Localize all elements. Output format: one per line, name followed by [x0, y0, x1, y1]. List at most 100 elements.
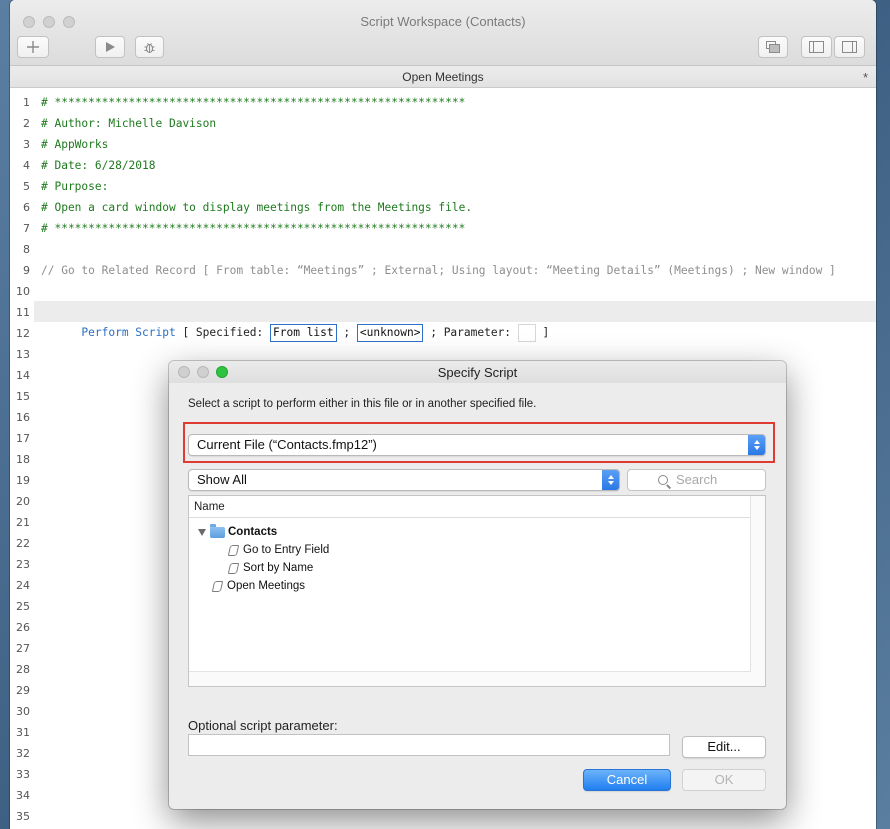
horizontal-scrollbar[interactable]	[189, 671, 751, 686]
code-line-1[interactable]: # **************************************…	[34, 92, 876, 113]
filter-popup[interactable]: Show All	[188, 469, 620, 491]
new-script-button[interactable]	[17, 36, 49, 58]
stack-windows-icon	[766, 41, 780, 53]
line-number: 17	[16, 432, 30, 445]
list-item-script[interactable]: Open Meetings	[212, 577, 305, 595]
cancel-button[interactable]: Cancel	[583, 769, 671, 791]
script-icon	[212, 580, 223, 592]
script-parameter-input[interactable]	[188, 734, 670, 756]
ok-button[interactable]: OK	[682, 769, 766, 791]
script-tab-label: Open Meetings	[402, 70, 484, 84]
line-number: 28	[16, 663, 30, 676]
play-icon	[106, 42, 115, 52]
left-sidebar-icon	[809, 41, 824, 53]
line-number: 12	[16, 327, 30, 340]
line-number: 31	[16, 726, 30, 739]
windows-button[interactable]	[758, 36, 788, 58]
script-tab[interactable]: Open Meetings *	[10, 66, 876, 88]
file-popup[interactable]: Current File (“Contacts.fmp12”)	[188, 434, 766, 456]
parameter-field-label: Optional script parameter:	[188, 718, 338, 733]
disclosure-triangle-icon[interactable]	[198, 528, 206, 536]
debug-script-button[interactable]	[135, 36, 164, 58]
code-line-9-disabled-step[interactable]: // Go to Related Record [ From table: “M…	[34, 260, 876, 281]
code-line-6[interactable]: # Open a card window to display meetings…	[34, 197, 876, 218]
line-number: 22	[16, 537, 30, 550]
line-number: 16	[16, 411, 30, 424]
edit-parameter-button[interactable]: Edit...	[682, 736, 766, 758]
vertical-scrollbar[interactable]	[750, 496, 765, 686]
script-icon	[228, 562, 239, 574]
code-line-2[interactable]: # Author: Michelle Davison	[34, 113, 876, 134]
plus-icon	[27, 41, 39, 53]
line-number: 7	[23, 222, 30, 235]
unsaved-indicator: *	[862, 70, 868, 85]
line-number: 20	[16, 495, 30, 508]
script-list[interactable]: Name Contacts Go to Entry Field Sort by …	[188, 495, 766, 687]
parameter-token[interactable]	[517, 324, 536, 342]
folder-label: Contacts	[228, 526, 278, 538]
code-line-7[interactable]: # **************************************…	[34, 218, 876, 239]
line-number: 14	[16, 369, 30, 382]
list-item-script[interactable]: Go to Entry Field	[228, 541, 329, 559]
script-step-name: Perform Script	[81, 326, 176, 339]
line-number: 9	[23, 264, 30, 277]
line-number: 30	[16, 705, 30, 718]
line-number: 32	[16, 747, 30, 760]
specify-script-dialog: Specify Script Select a script to perfor…	[169, 361, 786, 809]
run-script-button[interactable]	[95, 36, 125, 58]
line-number: 8	[23, 243, 30, 256]
line-number: 11	[16, 306, 30, 319]
line-number: 1	[23, 96, 30, 109]
filter-popup-value: Show All	[197, 472, 247, 487]
step-open-bracket: [ Specified:	[175, 326, 271, 339]
line-number: 29	[16, 684, 30, 697]
code-line-11-perform-script[interactable]: Perform Script [ Specified: From list ; …	[34, 301, 876, 342]
dialog-title: Specify Script	[437, 365, 518, 380]
folder-icon	[210, 523, 225, 538]
script-name-token[interactable]: <unknown>	[356, 324, 424, 342]
step-close-bracket: ]	[535, 326, 550, 339]
toggle-right-pane-button[interactable]	[834, 36, 865, 58]
updown-chevron-icon	[602, 470, 619, 490]
script-label: Sort by Name	[243, 562, 314, 574]
line-number: 35	[16, 810, 30, 823]
code-line-4[interactable]: # Date: 6/28/2018	[34, 155, 876, 176]
line-number: 24	[16, 579, 30, 592]
code-line-5[interactable]: # Purpose:	[34, 176, 876, 197]
line-number: 15	[16, 390, 30, 403]
list-item-script[interactable]: Sort by Name	[228, 559, 313, 577]
search-placeholder: Search	[676, 472, 718, 487]
search-input[interactable]: Search	[627, 469, 766, 491]
line-number: 3	[23, 138, 30, 151]
line-number: 2	[23, 117, 30, 130]
code-line-3[interactable]: # AppWorks	[34, 134, 876, 155]
toggle-left-pane-button[interactable]	[801, 36, 832, 58]
window-title: Script Workspace (Contacts)	[360, 14, 526, 29]
right-sidebar-icon	[842, 41, 857, 53]
line-number-gutter: 1 2 3 4 5 6 7 8 9 10 11 12 13 14 15 16 17 18 19 20 21 22 23 24 2…	[10, 89, 34, 829]
line-number: 10	[16, 285, 30, 298]
line-number: 4	[23, 159, 30, 172]
script-icon	[228, 544, 239, 556]
search-icon	[658, 475, 668, 485]
updown-chevron-icon	[748, 435, 765, 455]
file-popup-value: Current File (“Contacts.fmp12”)	[197, 437, 377, 452]
line-number: 21	[16, 516, 30, 529]
line-number: 34	[16, 789, 30, 802]
name-column-label: Name	[194, 501, 225, 513]
line-number: 25	[16, 600, 30, 613]
dialog-description: Select a script to perform either in thi…	[188, 398, 537, 410]
line-number: 27	[16, 642, 30, 655]
line-number: 5	[23, 180, 30, 193]
list-column-header[interactable]: Name	[189, 496, 751, 518]
parameter-label: ; Parameter:	[423, 326, 518, 339]
dialog-title-bar: Specify Script	[169, 361, 786, 383]
line-number: 13	[16, 348, 30, 361]
list-item-folder[interactable]: Contacts	[198, 523, 277, 541]
script-label: Open Meetings	[227, 580, 305, 592]
line-number: 6	[23, 201, 30, 214]
script-label: Go to Entry Field	[243, 544, 330, 556]
specified-option-token[interactable]: From list	[270, 324, 337, 342]
line-number: 33	[16, 768, 30, 781]
line-number: 23	[16, 558, 30, 571]
